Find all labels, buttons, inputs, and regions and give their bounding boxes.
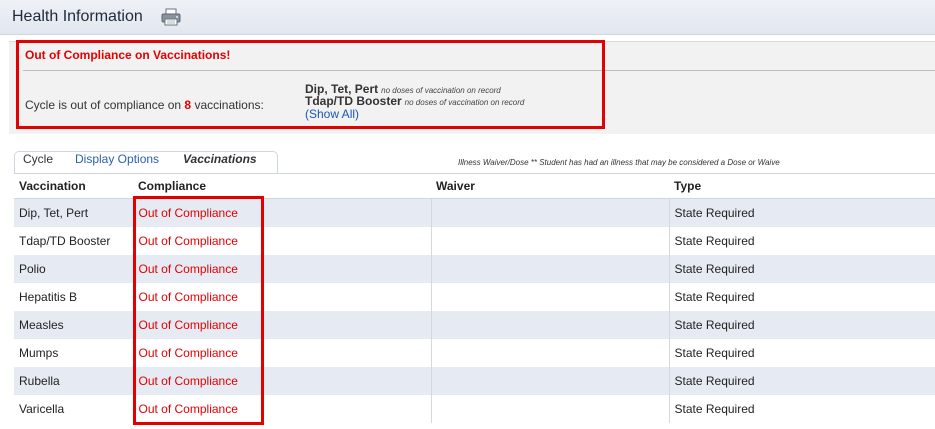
vaccination-cell: Rubella [14, 367, 134, 395]
type-cell: State Required [669, 227, 935, 255]
vaccination-cell: Dip, Tet, Pert [14, 198, 134, 227]
tab-vaccinations[interactable]: Vaccinations [183, 152, 257, 166]
waiver-cell [431, 367, 670, 395]
alert-highlight-box [16, 40, 605, 129]
vaccination-cell: Measles [14, 311, 134, 339]
type-cell: State Required [669, 198, 935, 227]
column-header-waiver[interactable]: Waiver [431, 174, 669, 199]
type-cell: State Required [669, 339, 935, 367]
illness-waiver-note: Illness Waiver/Dose ** Student has had a… [458, 158, 780, 167]
vaccination-cell: Varicella [14, 395, 134, 423]
type-cell: State Required [669, 367, 935, 395]
printer-icon[interactable] [160, 8, 182, 26]
type-cell: State Required [669, 311, 935, 339]
vaccination-cell: Hepatitis B [14, 283, 134, 311]
compliance-highlight-box [133, 196, 264, 425]
waiver-cell [431, 395, 670, 423]
waiver-cell [431, 198, 670, 227]
waiver-cell [431, 339, 670, 367]
vaccination-cell: Tdap/TD Booster [14, 227, 134, 255]
tab-cycle[interactable]: Cycle [23, 152, 53, 166]
vaccination-cell: Mumps [14, 339, 134, 367]
column-header-compliance[interactable]: Compliance [133, 174, 431, 199]
column-header-vaccination[interactable]: Vaccination [14, 174, 133, 199]
page-title: Health Information [12, 8, 143, 25]
waiver-cell [431, 311, 670, 339]
waiver-cell [431, 255, 670, 283]
waiver-cell [431, 227, 670, 255]
column-header-type[interactable]: Type [669, 174, 935, 199]
waiver-cell [431, 283, 670, 311]
table-header-row: Vaccination Compliance Waiver Type [14, 174, 935, 199]
tab-display-options[interactable]: Display Options [75, 152, 159, 166]
type-cell: State Required [669, 255, 935, 283]
type-cell: State Required [669, 395, 935, 423]
vaccination-cell: Polio [14, 255, 134, 283]
type-cell: State Required [669, 283, 935, 311]
page-header: Health Information [0, 0, 935, 35]
